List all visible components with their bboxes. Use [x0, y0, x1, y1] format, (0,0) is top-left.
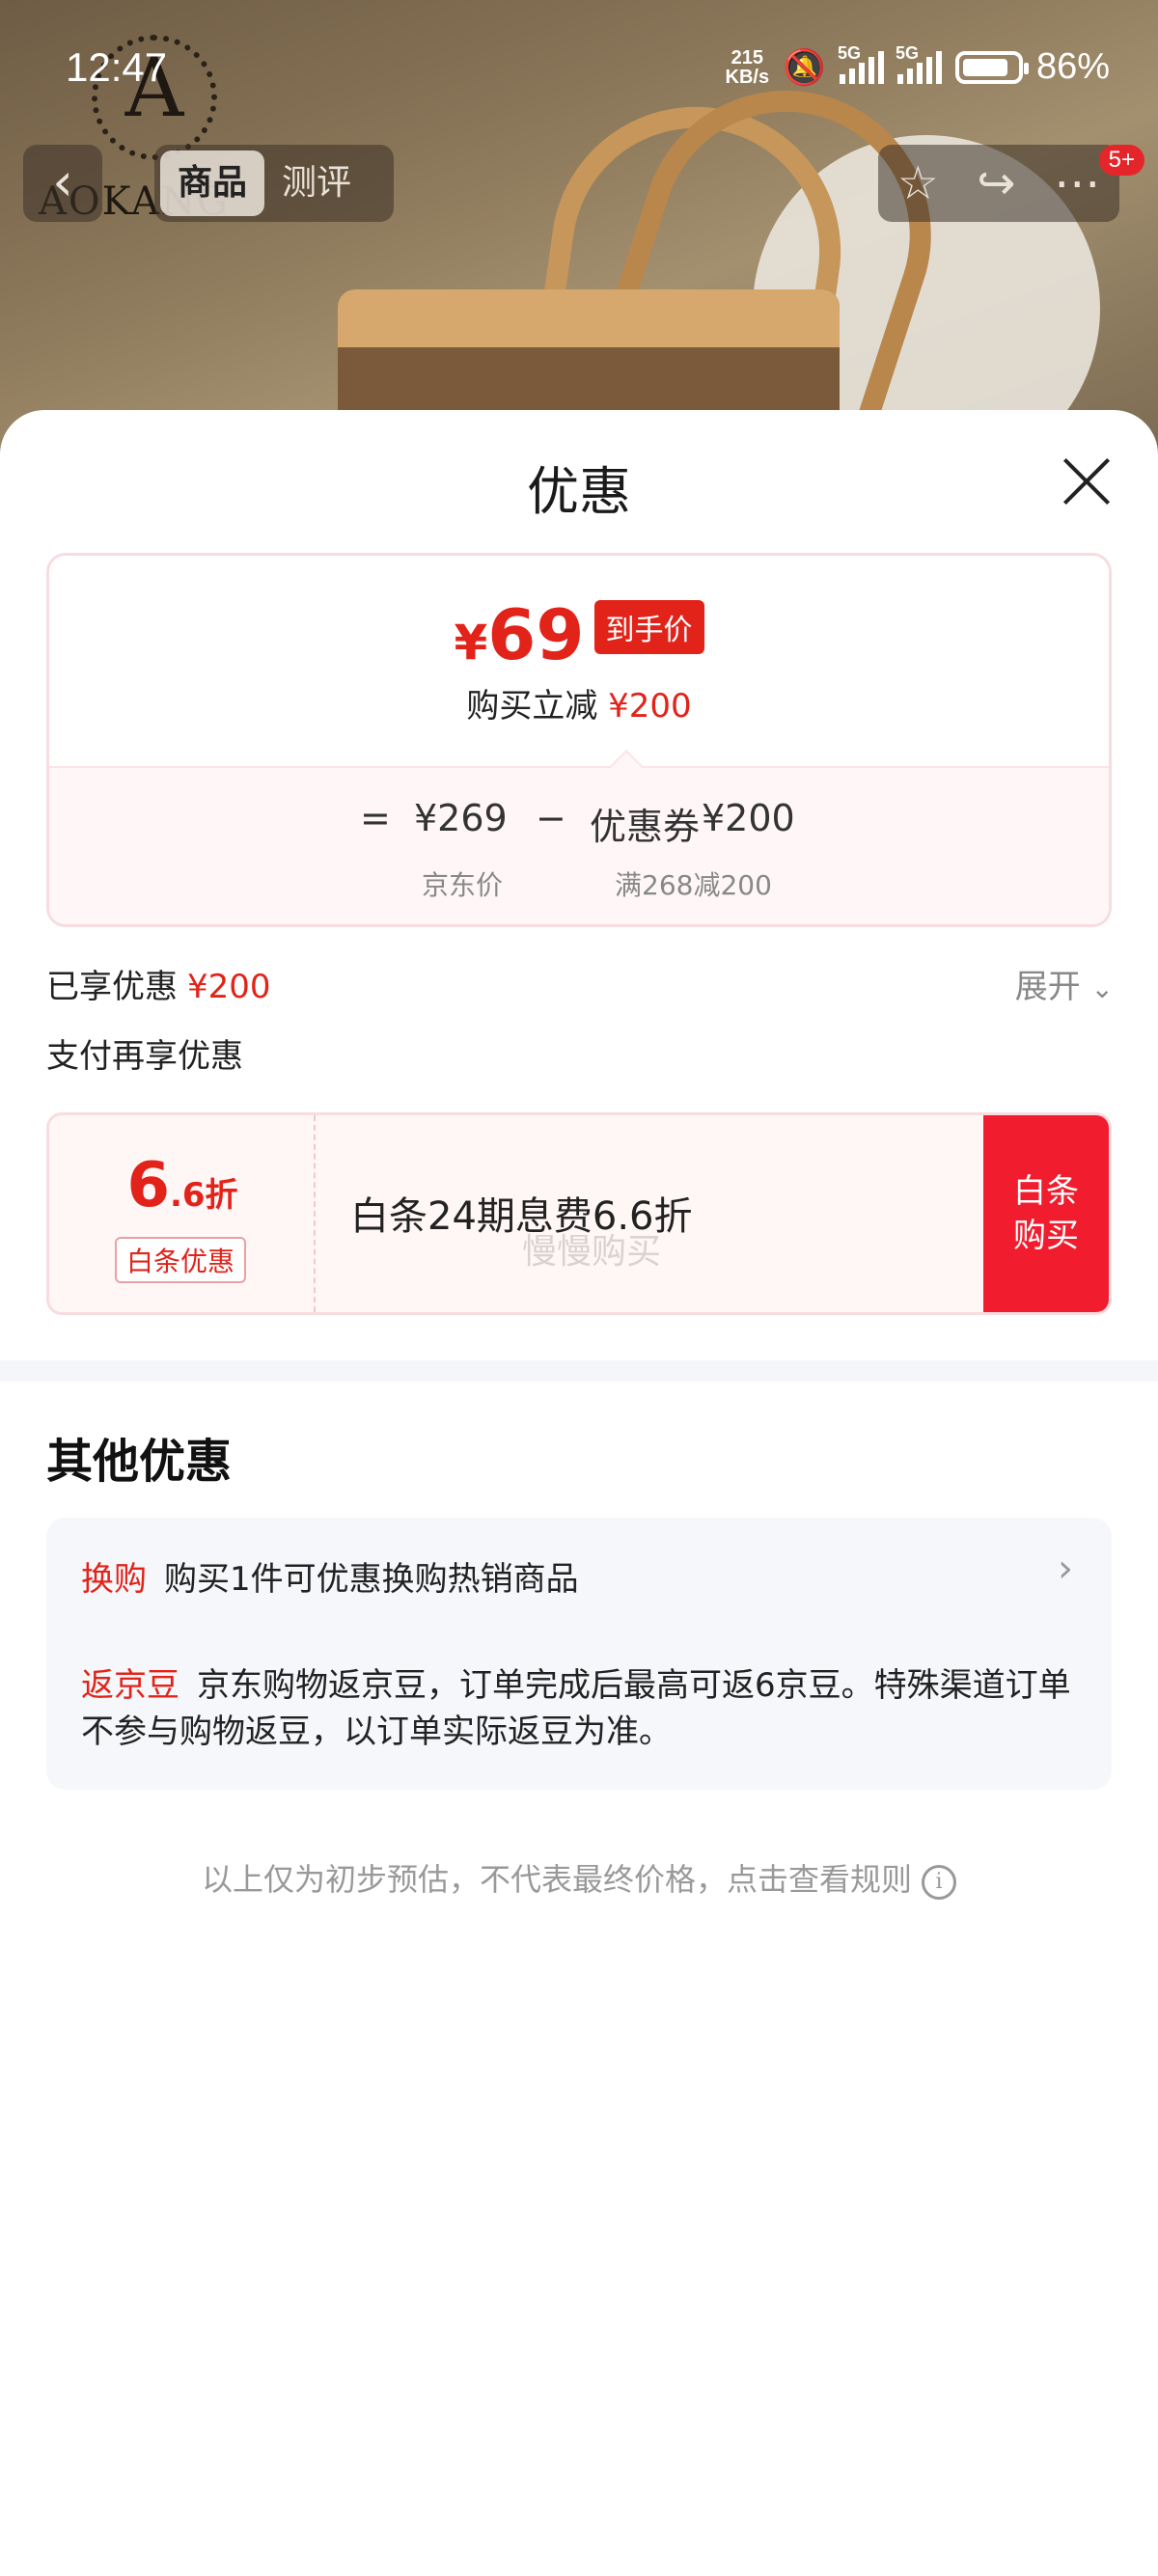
price-summary: ¥69 到手价 购买立减 ¥200 — [49, 556, 1109, 766]
signal-5g-label: 5G — [895, 42, 919, 63]
sheet-title: 优惠 — [527, 461, 631, 522]
more-icon[interactable]: ⋯ — [1054, 145, 1100, 222]
footnote-text: 以上仅为初步预估，不代表最终价格，点击查看规则 — [201, 1861, 912, 1898]
discount-small: .6折 — [169, 1176, 238, 1215]
coupon-label: 优惠券 — [590, 806, 701, 848]
coupon-amount: ¥200 — [702, 797, 795, 839]
bean-label: 返京豆 — [81, 1666, 179, 1705]
exchange-text: 购买1件可优惠换购热销商品 — [164, 1560, 579, 1599]
expand-label: 展开 — [1014, 968, 1081, 1006]
final-price: ¥69 到手价 — [49, 594, 1109, 675]
top-actions: ☆ ↪ ⋯ — [878, 145, 1119, 222]
discount-tag: 白条优惠 — [115, 1237, 247, 1283]
bean-row: 返京豆 京东购物返京豆，订单完成后最高可返6京豆。特殊渠道订单不参与购物返豆，以订… — [81, 1662, 1075, 1755]
back-button[interactable]: ‹ — [23, 145, 102, 222]
jd-price-label: 京东价 — [422, 869, 504, 901]
tab-product[interactable]: 商品 — [160, 151, 265, 216]
price-formula: = ¥269 − 优惠券 ¥200 京东价 满268减200 — [49, 766, 1109, 924]
button-line2: 购买 — [1013, 1217, 1079, 1255]
top-tabs: 商品 测评 — [154, 145, 394, 222]
final-price-value: 69 — [487, 594, 585, 675]
final-price-tag: 到手价 — [593, 600, 704, 654]
product-bag-trim — [338, 289, 840, 347]
currency-symbol: ¥ — [454, 615, 488, 671]
jd-price: ¥269 — [414, 797, 508, 839]
enjoyed-label: 已享优惠 — [46, 968, 178, 1006]
exchange-row[interactable]: 换购 购买1件可优惠换购热销商品 — [81, 1552, 579, 1600]
discount-big: 6 — [126, 1150, 170, 1221]
chevron-down-icon: ⌄ — [1090, 973, 1114, 1004]
discount-value: 6.6折 — [49, 1150, 316, 1221]
reduce-amount: ¥200 — [608, 687, 692, 726]
button-line1: 白条 — [1013, 1172, 1079, 1211]
net-speed-unit: KB/s — [725, 66, 770, 88]
other-discounts-title: 其他优惠 — [46, 1435, 233, 1489]
star-icon[interactable]: ☆ — [897, 145, 939, 222]
price-card: ¥69 到手价 购买立减 ¥200 = ¥269 − 优惠券 ¥200 京东价 满… — [46, 553, 1112, 927]
bean-text: 京东购物返京豆，订单完成后最高可返6京豆。特殊渠道订单不参与购物返豆，以订单实际… — [81, 1666, 1071, 1751]
other-discounts-box: 换购 购买1件可优惠换购热销商品 › 返京豆 京东购物返京豆，订单完成后最高可返6京… — [46, 1518, 1112, 1790]
chevron-right-icon[interactable]: › — [1058, 1547, 1073, 1591]
coupon-condition: 满268减200 — [615, 869, 772, 901]
net-speed-value: 215 — [731, 46, 763, 69]
signal-5g-label: 5G — [837, 42, 861, 63]
coupon-discount-area: 6.6折 白条优惠 — [49, 1115, 316, 1312]
baitiao-coupon[interactable]: 6.6折 白条优惠 白条24期息费6.6折 慢慢购买 白条 购买 — [46, 1112, 1112, 1315]
status-indicators: 215 KB/s 🔕 5G 5G 86% — [726, 43, 1110, 88]
signal-icon: 5G — [896, 43, 942, 84]
status-bar: 12:47 215 KB/s 🔕 5G 5G 86% — [0, 39, 1158, 96]
close-icon[interactable] — [1060, 454, 1114, 508]
message-badge: 5+ — [1098, 145, 1144, 176]
reduce-line: 购买立减 ¥200 — [49, 679, 1109, 726]
reduce-label: 购买立减 — [466, 687, 598, 726]
muted-bell-icon: 🔕 — [783, 46, 826, 87]
status-time: 12:47 — [66, 44, 168, 90]
section-divider — [0, 1360, 1158, 1382]
watermark-text: 慢慢购买 — [522, 1232, 662, 1272]
enjoyed-amount: ¥200 — [187, 968, 271, 1006]
tab-review[interactable]: 测评 — [264, 151, 369, 216]
battery-percent: 86% — [1035, 46, 1110, 87]
info-icon[interactable]: i — [922, 1865, 956, 1900]
enjoyed-discount: 已享优惠 ¥200 — [46, 960, 271, 1007]
exchange-label: 换购 — [81, 1560, 147, 1599]
minus-sign: − — [536, 797, 566, 839]
baitiao-buy-button[interactable]: 白条 购买 — [983, 1115, 1109, 1312]
share-icon[interactable]: ↪ — [977, 145, 1015, 222]
expand-button[interactable]: 展开 ⌄ — [1015, 960, 1114, 1007]
net-speed: 215 KB/s — [726, 48, 770, 87]
signal-icon: 5G — [838, 43, 884, 84]
equals-sign: = — [360, 797, 391, 839]
battery-icon — [954, 50, 1029, 84]
rules-footnote[interactable]: 以上仅为初步预估，不代表最终价格，点击查看规则 i — [0, 1855, 1158, 1900]
pay-more-label: 支付再享优惠 — [46, 1037, 243, 1076]
chevron-left-icon: ‹ — [52, 151, 73, 212]
discount-sheet: 优惠 ¥69 到手价 购买立减 ¥200 = ¥269 − 优惠券 ¥200 京东… — [0, 410, 1158, 2576]
